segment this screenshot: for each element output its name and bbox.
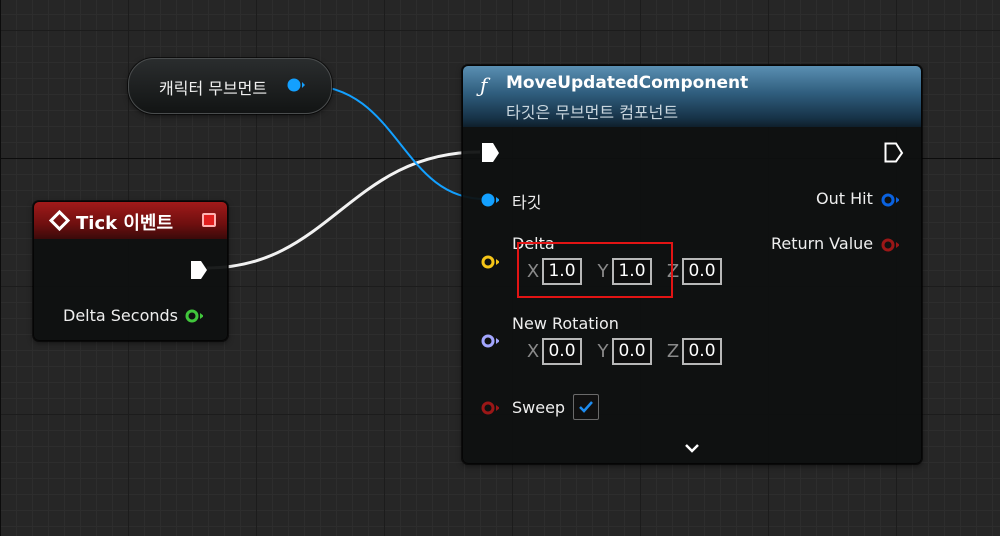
exec-output-pin[interactable] <box>884 142 904 164</box>
event-stop-icon <box>202 213 216 227</box>
target-label: 타깃 <box>512 193 542 212</box>
variable-output-pin[interactable] <box>287 78 305 92</box>
rotation-x-field[interactable]: 0.0 <box>542 338 582 365</box>
sweep-label: Sweep <box>512 398 566 417</box>
function-icon: ƒ <box>480 73 488 97</box>
return-value-label: Return Value <box>771 234 874 253</box>
exec-wire[interactable] <box>206 150 481 270</box>
rotation-x-axis-label: X <box>526 341 540 362</box>
exec-input-pin[interactable] <box>481 142 501 164</box>
character-movement-variable-node[interactable]: 캐릭터 무브먼트 <box>128 58 332 114</box>
chevron-down-icon[interactable] <box>684 442 700 454</box>
target-input-pin[interactable] <box>481 193 499 207</box>
delta-seconds-pin[interactable] <box>185 309 203 323</box>
variable-label: 캐릭터 무브먼트 <box>159 79 268 98</box>
event-exec-output-pin[interactable] <box>190 260 208 280</box>
out-hit-pin[interactable] <box>881 193 899 207</box>
out-hit-label: Out Hit <box>816 189 873 208</box>
rotation-z-axis-label: Z <box>666 341 680 362</box>
delta-z-field[interactable]: 0.0 <box>682 258 722 285</box>
blueprint-graph-canvas[interactable]: 캐릭터 무브먼트 Tick 이벤트 Delta Seconds ƒ MoveUp… <box>0 0 1000 536</box>
rotation-y-axis-label: Y <box>597 341 609 362</box>
return-value-pin[interactable] <box>881 238 899 252</box>
event-header: Tick 이벤트 <box>34 202 227 239</box>
event-title: Tick 이벤트 <box>76 213 174 234</box>
new-rotation-input-pin[interactable] <box>481 334 499 348</box>
rotation-z-field[interactable]: 0.0 <box>682 338 722 365</box>
delta-seconds-label: Delta Seconds <box>63 306 178 325</box>
function-header: ƒ MoveUpdatedComponent 타깃은 무브먼트 컴포넌트 <box>463 66 921 127</box>
function-title: MoveUpdatedComponent <box>506 73 749 93</box>
target-wire[interactable] <box>304 84 486 200</box>
checkmark-icon <box>579 401 593 413</box>
tick-event-node[interactable]: Tick 이벤트 Delta Seconds <box>33 201 228 341</box>
sweep-checkbox[interactable] <box>573 394 599 420</box>
delta-highlight-box <box>517 242 673 298</box>
new-rotation-label: New Rotation <box>512 314 619 333</box>
sweep-input-pin[interactable] <box>481 401 499 415</box>
new-rotation-fields: X 0.0 Y 0.0 Z 0.0 <box>524 338 734 365</box>
rotation-y-field[interactable]: 0.0 <box>612 338 652 365</box>
delta-input-pin[interactable] <box>481 255 499 269</box>
event-diamond-icon <box>48 209 71 232</box>
function-subtitle: 타깃은 무브먼트 컴포넌트 <box>506 103 679 122</box>
